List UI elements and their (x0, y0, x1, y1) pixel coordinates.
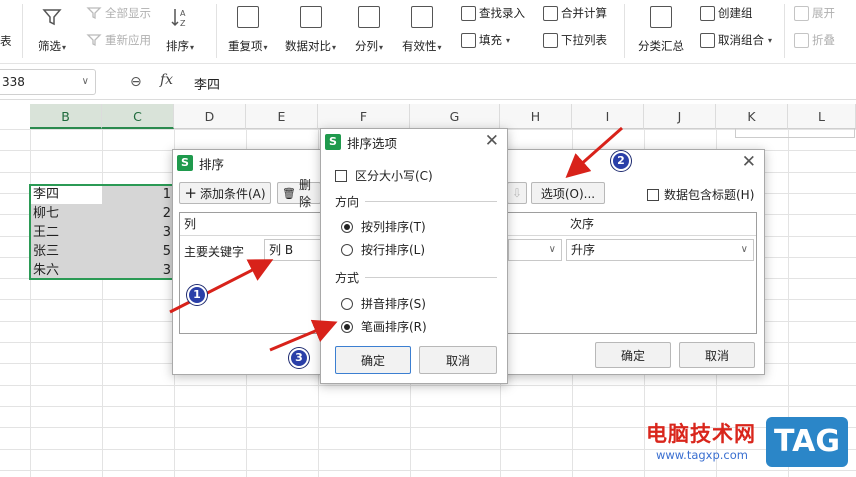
annotation-arrows (169, 126, 623, 352)
watermark-site-name: 电脑技术网 (646, 422, 756, 446)
watermark-url: www.tagxp.com (656, 448, 748, 462)
annotation-arrow-1 (169, 259, 274, 314)
annotation-badge-1: 1 (187, 285, 207, 305)
watermark-tag-logo: TAG (766, 417, 848, 467)
annotation-badge-3: 3 (289, 348, 309, 368)
annotation-arrow-3 (269, 319, 338, 352)
annotation-badge-2: 2 (611, 151, 631, 171)
